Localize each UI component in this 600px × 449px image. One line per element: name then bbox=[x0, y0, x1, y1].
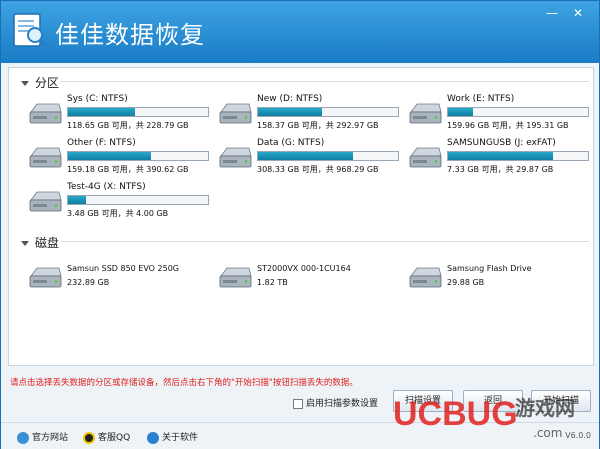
disk-size: 232.89 GB bbox=[67, 278, 110, 287]
partition-name: Work (E: NTFS) bbox=[447, 94, 515, 104]
advanced-scan-option[interactable]: 启用扫描参数设置 bbox=[293, 396, 378, 409]
hard-drive-icon bbox=[29, 267, 62, 288]
website-link[interactable]: 官方网站 bbox=[17, 430, 68, 444]
title-bar: 佳佳数据恢复 — ✕ bbox=[1, 1, 599, 63]
svg-text:UCBUG: UCBUG bbox=[393, 395, 518, 433]
svg-text:游戏网: 游戏网 bbox=[515, 396, 575, 420]
hard-drive-icon bbox=[219, 147, 252, 168]
partitions-header[interactable]: 分区 bbox=[21, 74, 59, 91]
partition-name: Other (F: NTFS) bbox=[67, 138, 136, 148]
partition-name: Test-4G (X: NTFS) bbox=[67, 182, 146, 192]
usage-bar bbox=[257, 107, 399, 117]
section-divider bbox=[61, 81, 589, 82]
partition-capacity: 308.33 GB 可用，共 968.29 GB bbox=[257, 165, 379, 174]
disk-item[interactable]: Samsun SSD 850 EVO 250G 232.89 GB bbox=[27, 258, 217, 304]
usage-bar bbox=[447, 151, 589, 161]
device-panel: 分区 Sys (C: NTFS) 118.65 GB 可用，共 228.79 GB… bbox=[8, 67, 594, 366]
disks-header[interactable]: 磁盘 bbox=[21, 234, 59, 251]
app-title: 佳佳数据恢复 bbox=[55, 21, 205, 49]
hard-drive-icon bbox=[29, 103, 62, 124]
section-divider bbox=[61, 241, 589, 242]
usage-bar bbox=[447, 107, 589, 117]
disk-size: 1.82 TB bbox=[257, 278, 288, 287]
info-icon bbox=[147, 431, 159, 444]
hard-drive-icon bbox=[409, 103, 442, 124]
partition-capacity: 159.18 GB 可用，共 390.62 GB bbox=[67, 165, 189, 174]
partition-item[interactable]: Other (F: NTFS) 159.18 GB 可用，共 390.62 GB bbox=[27, 138, 217, 184]
partition-item[interactable]: Sys (C: NTFS) 118.65 GB 可用，共 228.79 GB bbox=[27, 94, 217, 140]
app-logo-icon bbox=[13, 13, 48, 48]
disk-size: 29.88 GB bbox=[447, 278, 485, 287]
collapse-triangle-icon bbox=[21, 81, 29, 86]
hard-drive-icon bbox=[219, 267, 252, 288]
partition-name: Sys (C: NTFS) bbox=[67, 94, 128, 104]
partition-item[interactable]: SAMSUNGUSB (J: exFAT) 7.33 GB 可用，共 29.87 … bbox=[407, 138, 597, 184]
partition-capacity: 7.33 GB 可用，共 29.87 GB bbox=[447, 165, 554, 174]
partition-capacity: 118.65 GB 可用，共 228.79 GB bbox=[67, 121, 189, 130]
usage-bar-fill bbox=[448, 152, 553, 160]
partition-item[interactable]: Test-4G (X: NTFS) 3.48 GB 可用，共 4.00 GB bbox=[27, 182, 217, 228]
app-window: 佳佳数据恢复 — ✕ 分区 Sys (C: NTFS) 118.65 GB 可用，… bbox=[0, 0, 600, 449]
collapse-triangle-icon bbox=[21, 241, 29, 246]
hard-drive-icon bbox=[29, 147, 62, 168]
hard-drive-icon bbox=[409, 147, 442, 168]
support-qq-link[interactable]: 客服QQ bbox=[83, 430, 130, 444]
close-button[interactable]: ✕ bbox=[567, 5, 589, 21]
partition-item[interactable]: Data (G: NTFS) 308.33 GB 可用，共 968.29 GB bbox=[217, 138, 407, 184]
partition-capacity: 3.48 GB 可用，共 4.00 GB bbox=[67, 209, 169, 218]
disk-name: ST2000VX 000-1CU164 bbox=[257, 264, 351, 273]
disk-item[interactable]: Samsung Flash Drive 29.88 GB bbox=[407, 258, 597, 304]
partition-name: Data (G: NTFS) bbox=[257, 138, 325, 148]
hard-drive-icon bbox=[29, 191, 62, 212]
partition-item[interactable]: Work (E: NTFS) 159.96 GB 可用，共 195.31 GB bbox=[407, 94, 597, 140]
disk-name: Samsun SSD 850 EVO 250G bbox=[67, 264, 179, 273]
partition-item[interactable]: New (D: NTFS) 158.37 GB 可用，共 292.97 GB bbox=[217, 94, 407, 140]
about-link[interactable]: 关于软件 bbox=[147, 430, 198, 444]
usage-bar bbox=[67, 151, 209, 161]
usage-bar-fill bbox=[68, 152, 151, 160]
usage-bar bbox=[67, 107, 209, 117]
disk-item[interactable]: ST2000VX 000-1CU164 1.82 TB bbox=[217, 258, 407, 304]
usage-bar-fill bbox=[258, 108, 323, 116]
usage-bar-fill bbox=[68, 108, 136, 116]
disk-name: Samsung Flash Drive bbox=[447, 264, 532, 273]
hard-drive-icon bbox=[219, 103, 252, 124]
partition-name: New (D: NTFS) bbox=[257, 94, 323, 104]
usage-bar-fill bbox=[258, 152, 354, 160]
usage-bar bbox=[257, 151, 399, 161]
instruction-text: 请点击选择丢失数据的分区或存储设备，然后点击右下角的"开始扫描"按钮扫描丢失的数… bbox=[10, 378, 358, 388]
advanced-scan-checkbox[interactable] bbox=[293, 398, 303, 409]
usage-bar-fill bbox=[68, 196, 87, 204]
partition-name: SAMSUNGUSB (J: exFAT) bbox=[447, 138, 556, 148]
minimize-button[interactable]: — bbox=[541, 5, 563, 21]
usage-bar bbox=[67, 195, 209, 205]
svg-text:.com: .com bbox=[533, 426, 562, 440]
ie-globe-icon bbox=[17, 431, 29, 444]
ucbug-watermark: UCBUG 游戏网 .com bbox=[393, 395, 575, 440]
usage-bar-fill bbox=[448, 108, 474, 116]
partition-capacity: 158.37 GB 可用，共 292.97 GB bbox=[257, 121, 379, 130]
partition-capacity: 159.96 GB 可用，共 195.31 GB bbox=[447, 121, 569, 130]
hard-drive-icon bbox=[409, 267, 442, 288]
qq-penguin-icon bbox=[83, 431, 95, 444]
